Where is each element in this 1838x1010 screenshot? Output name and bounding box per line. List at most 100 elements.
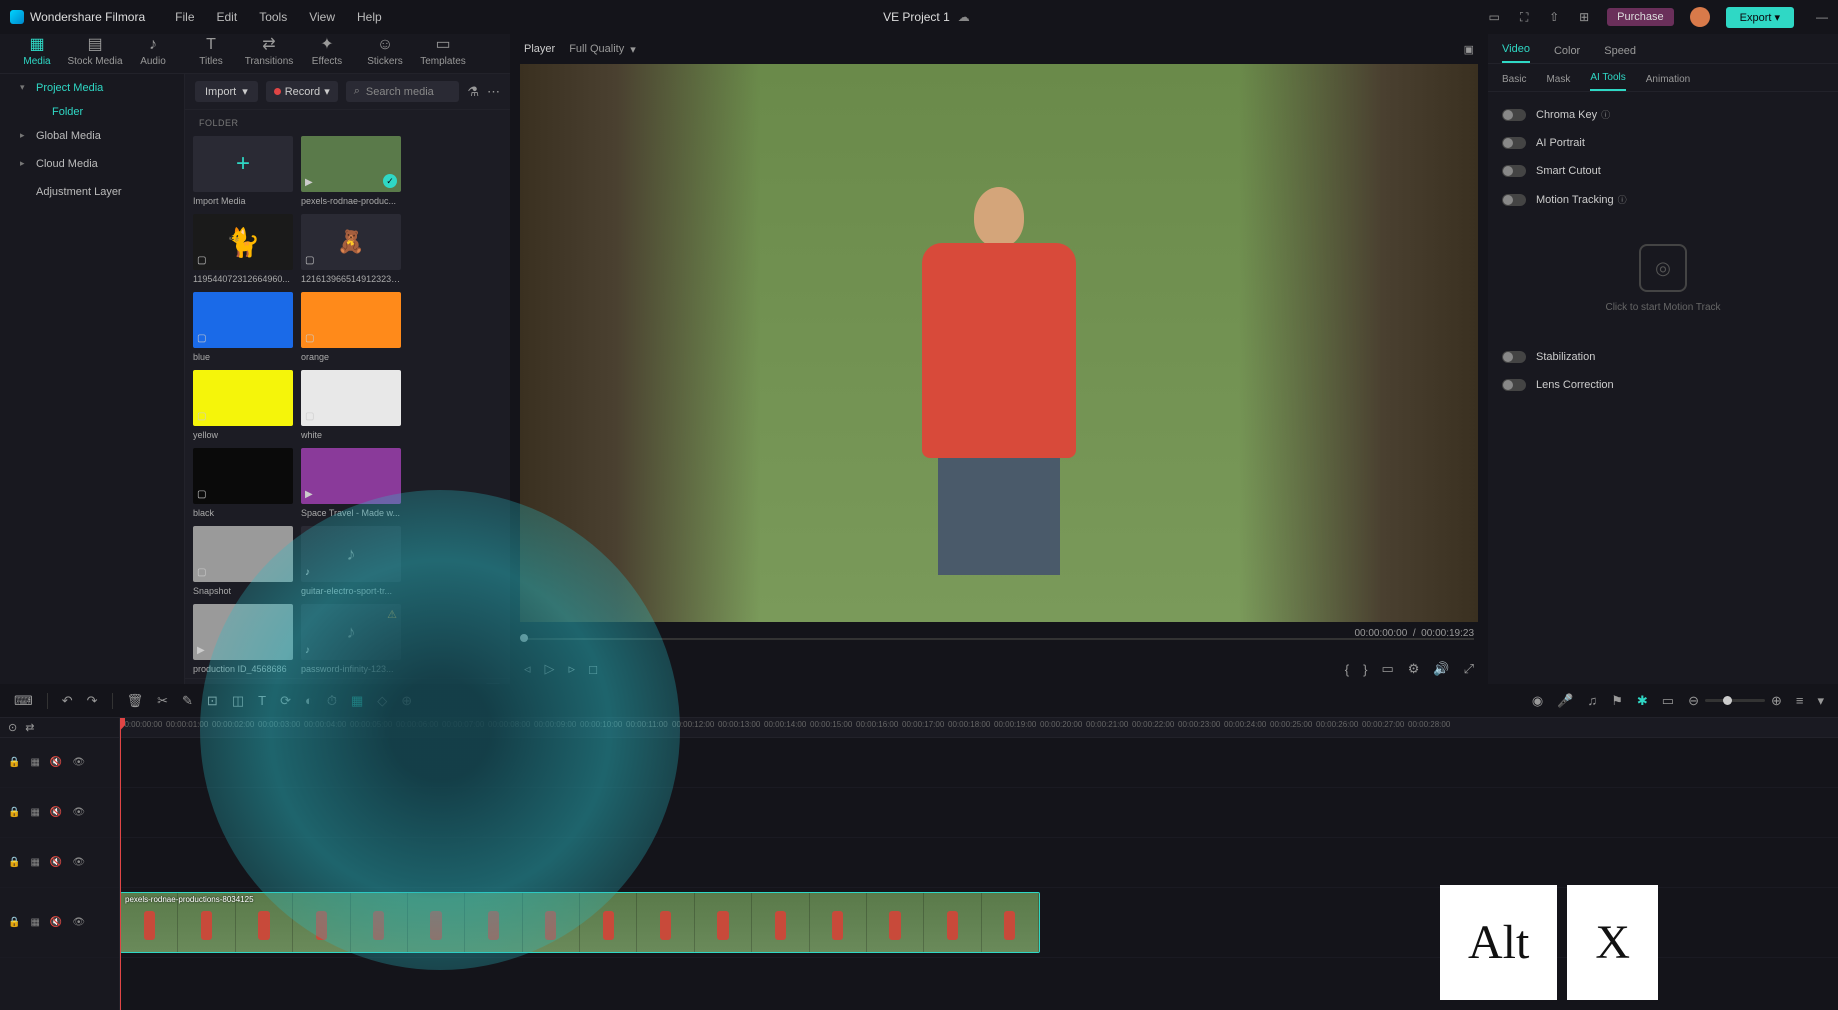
- lock-icon[interactable]: 🔒: [8, 917, 20, 928]
- nav-tab-transitions[interactable]: ⇄Transitions: [240, 34, 298, 73]
- render-icon[interactable]: ◉: [1532, 693, 1543, 709]
- timeline-more-icon[interactable]: ▾: [1817, 693, 1824, 709]
- media-thumbnail[interactable]: ♪♪guitar-electro-sport-tr...: [301, 526, 401, 596]
- nav-tab-media[interactable]: ▦Media: [8, 34, 66, 73]
- preview-quality-dropdown[interactable]: Full Quality▾: [569, 43, 636, 56]
- ai-portrait-toggle[interactable]: [1502, 137, 1526, 149]
- motion-tracking-toggle[interactable]: [1502, 194, 1526, 206]
- color-icon[interactable]: ◐: [305, 693, 313, 708]
- track-header-1b[interactable]: 🔒 ▦ 🔇 👁: [0, 838, 119, 888]
- inspector-tab-speed[interactable]: Speed: [1604, 45, 1636, 63]
- mute-icon[interactable]: 🔇: [50, 757, 62, 768]
- text-icon[interactable]: ✎: [182, 693, 193, 709]
- crop-alt-icon[interactable]: ◫: [232, 693, 244, 709]
- preview-viewport[interactable]: [520, 64, 1478, 622]
- timeline-view-icon[interactable]: ≡: [1796, 693, 1804, 708]
- playhead[interactable]: [120, 718, 121, 1010]
- stabilization-toggle[interactable]: [1502, 351, 1526, 363]
- filter-icon[interactable]: ⚗: [467, 84, 479, 100]
- more-icon[interactable]: ⋯: [487, 84, 500, 100]
- sidebar-item-project-media[interactable]: ▾Project Media: [0, 74, 184, 102]
- green-screen-icon[interactable]: ▦: [351, 693, 363, 709]
- zoom-in-icon[interactable]: ⊕: [1771, 693, 1782, 709]
- motion-track-placeholder[interactable]: ◎ Click to start Motion Track: [1502, 244, 1824, 313]
- timer-icon[interactable]: ⏱: [327, 693, 337, 709]
- smart-cutout-toggle[interactable]: [1502, 165, 1526, 177]
- purchase-button[interactable]: Purchase: [1607, 8, 1673, 26]
- media-thumbnail[interactable]: ▢blue: [193, 292, 293, 362]
- preview-scrubber[interactable]: 00:00:00:00 / 00:00:19:23: [524, 628, 1474, 648]
- visibility-icon[interactable]: 👁: [72, 757, 85, 768]
- search-input[interactable]: ⌕Search media: [346, 81, 460, 102]
- scrub-handle[interactable]: [520, 634, 528, 642]
- inspector-subtab-mask[interactable]: Mask: [1546, 74, 1570, 91]
- lock-icon[interactable]: 🔒: [8, 807, 20, 818]
- menu-view[interactable]: View: [309, 10, 335, 24]
- upload-cloud-icon[interactable]: ⇧: [1545, 10, 1563, 24]
- next-frame-icon[interactable]: ▹: [569, 661, 576, 677]
- timeline-track[interactable]: [120, 838, 1838, 888]
- voiceover-icon[interactable]: 🎤: [1557, 693, 1573, 709]
- fullscreen-icon[interactable]: ⤢: [1464, 661, 1474, 677]
- sidebar-item-global-media[interactable]: ▸Global Media: [0, 122, 184, 150]
- media-thumbnail[interactable]: ▢yellow: [193, 370, 293, 440]
- media-thumbnail[interactable]: ▢black: [193, 448, 293, 518]
- lock-icon[interactable]: 🔒: [8, 857, 20, 868]
- menu-edit[interactable]: Edit: [217, 10, 238, 24]
- media-thumbnail[interactable]: ▶✓pexels-rodnae-produc...: [301, 136, 401, 206]
- lens-correction-toggle[interactable]: [1502, 379, 1526, 391]
- mute-icon[interactable]: 🔇: [50, 807, 62, 818]
- audio-mixer-icon[interactable]: ♫: [1587, 693, 1597, 708]
- import-button[interactable]: Import▾: [195, 81, 258, 102]
- crop-icon[interactable]: ⊡: [207, 693, 218, 709]
- visibility-icon[interactable]: 👁: [72, 807, 85, 818]
- nav-tab-audio[interactable]: ♪Audio: [124, 36, 182, 73]
- sidebar-sub-folder[interactable]: Folder: [0, 102, 184, 122]
- volume-icon[interactable]: 🔊: [1433, 661, 1449, 677]
- mute-icon[interactable]: 🔇: [50, 917, 62, 928]
- play-icon[interactable]: ▷: [545, 661, 555, 677]
- prev-frame-icon[interactable]: ◃: [524, 661, 531, 677]
- redo-icon[interactable]: ↷: [87, 693, 98, 709]
- keyframe-icon[interactable]: ◇: [377, 693, 387, 709]
- inspector-subtab-ai-tools[interactable]: AI Tools: [1590, 72, 1625, 91]
- info-icon[interactable]: ⓘ: [1601, 108, 1610, 121]
- split-icon[interactable]: ✂: [157, 693, 168, 709]
- mark-in-icon[interactable]: {: [1345, 662, 1349, 677]
- inspector-tab-color[interactable]: Color: [1554, 45, 1580, 63]
- cloud-sync-icon[interactable]: ☁: [958, 10, 970, 24]
- timeline-track[interactable]: [120, 788, 1838, 838]
- timeline-ruler[interactable]: 00:00:00:0000:00:01:0000:00:02:0000:00:0…: [120, 718, 1838, 738]
- mute-icon[interactable]: 🔇: [50, 857, 62, 868]
- nav-tab-effects[interactable]: ✦Effects: [298, 34, 356, 73]
- user-avatar[interactable]: [1690, 7, 1710, 27]
- menu-file[interactable]: File: [175, 10, 194, 24]
- speed-icon[interactable]: ⟳: [280, 693, 291, 709]
- marker-icon[interactable]: ⚑: [1611, 693, 1623, 709]
- screenshot-icon[interactable]: ⛶: [1515, 10, 1533, 25]
- media-thumbnail[interactable]: ▶Space Travel - Made w...: [301, 448, 401, 518]
- media-thumbnail[interactable]: ▢Snapshot: [193, 526, 293, 596]
- sidebar-item-adjustment-layer[interactable]: Adjustment Layer: [0, 178, 184, 206]
- delete-icon[interactable]: 🗑: [127, 693, 144, 709]
- track-header-1[interactable]: 🔒 ▦ 🔇 👁: [0, 888, 119, 958]
- info-icon[interactable]: ⓘ: [1618, 193, 1627, 206]
- media-thumbnail[interactable]: ▶production ID_4568686: [193, 604, 293, 674]
- nav-tab-titles[interactable]: TTitles: [182, 36, 240, 73]
- media-thumbnail[interactable]: ▢white: [301, 370, 401, 440]
- inspector-subtab-basic[interactable]: Basic: [1502, 74, 1526, 91]
- layout-icon[interactable]: ▭: [1485, 10, 1503, 24]
- apps-icon[interactable]: ⊞: [1575, 10, 1593, 24]
- add-icon[interactable]: ▦: [30, 917, 39, 928]
- timeline-track[interactable]: [120, 738, 1838, 788]
- snapshot-icon[interactable]: ▣: [1464, 43, 1474, 56]
- track-header-2[interactable]: 🔒 ▦ 🔇 👁: [0, 788, 119, 838]
- text-tool-icon[interactable]: T: [258, 693, 266, 708]
- track-header-3[interactable]: 🔒 ▦ 🔇 👁: [0, 738, 119, 788]
- zoom-slider[interactable]: [1705, 699, 1765, 702]
- stop-icon[interactable]: □: [589, 662, 597, 677]
- mark-out-icon[interactable]: }: [1363, 662, 1367, 677]
- sidebar-item-cloud-media[interactable]: ▸Cloud Media: [0, 150, 184, 178]
- keyboard-icon[interactable]: ⌨: [14, 693, 33, 709]
- window-minimize-icon[interactable]: —: [1816, 10, 1828, 24]
